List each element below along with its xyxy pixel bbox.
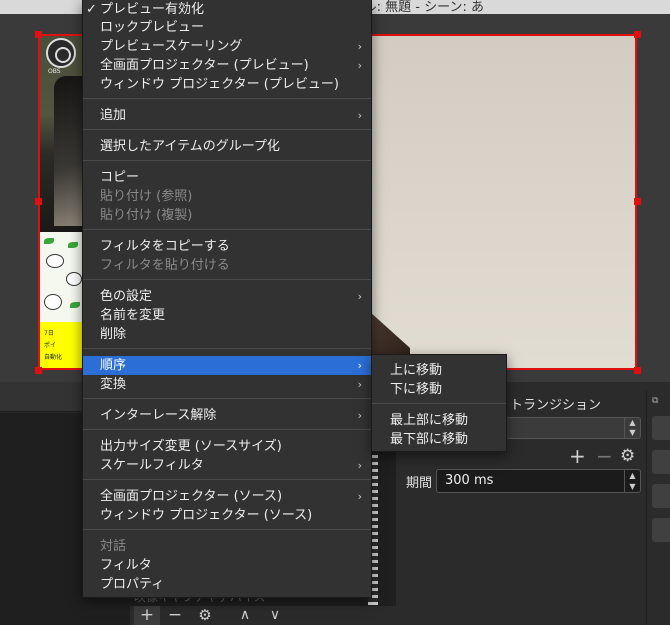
controls-button[interactable]: [652, 518, 670, 542]
duration-field[interactable]: 300 ms ▲ ▼: [436, 469, 641, 493]
menu-item-window-projector-source[interactable]: ウィンドウ プロジェクター (ソース): [83, 506, 371, 525]
menu-item-enable-preview[interactable]: ✓ プレビュー有効化: [83, 0, 371, 19]
menu-item-move-to-bottom[interactable]: 最下部に移動: [372, 430, 506, 449]
menu-separator: [83, 229, 371, 230]
menu-item-rename[interactable]: 名前を変更: [83, 306, 371, 325]
character-icon: [66, 272, 82, 286]
menu-item-resize-output[interactable]: 出力サイズ変更 (ソースサイズ): [83, 437, 371, 456]
chevron-right-icon: ›: [357, 359, 362, 372]
scene-image-shadow: [54, 76, 82, 226]
resize-handle-bottom-right[interactable]: [634, 367, 641, 374]
menu-item-scale-filter[interactable]: スケールフィルタ ›: [83, 456, 371, 475]
menu-separator: [372, 403, 506, 404]
transition-settings-gear-icon[interactable]: ⚙: [620, 446, 635, 466]
menu-item-copy-filters[interactable]: フィルタをコピーする: [83, 237, 371, 256]
menu-separator: [83, 398, 371, 399]
leaf-icon: [68, 242, 78, 248]
menu-separator: [83, 98, 371, 99]
window-title: ル: 無題 - シーン: あ: [363, 0, 484, 14]
character-icon: [44, 294, 62, 310]
menu-item-move-up[interactable]: 上に移動: [372, 361, 506, 380]
checkmark-icon: ✓: [86, 2, 97, 17]
banner-text-2: ポイ: [44, 342, 57, 349]
menu-item-fullscreen-projector-preview[interactable]: 全画面プロジェクター (プレビュー) ›: [83, 56, 371, 75]
move-source-up-button[interactable]: ∧: [232, 606, 258, 625]
leaf-icon: [44, 238, 54, 244]
obs-logo-icon: [46, 38, 76, 68]
menu-separator: [83, 529, 371, 530]
duration-label: 期間: [406, 476, 433, 491]
resize-handle-left[interactable]: [35, 198, 42, 205]
menu-item-properties[interactable]: プロパティ: [83, 575, 371, 594]
menu-separator: [83, 348, 371, 349]
chevron-right-icon: ›: [357, 290, 362, 303]
menu-item-interact[interactable]: 対話: [83, 537, 371, 556]
transition-select[interactable]: ▲ ▼: [505, 417, 641, 439]
menu-separator: [83, 479, 371, 480]
resize-handle-top-left[interactable]: [35, 31, 42, 38]
menu-item-add[interactable]: 追加 ›: [83, 106, 371, 125]
menu-item-fullscreen-projector-source[interactable]: 全画面プロジェクター (ソース) ›: [83, 487, 371, 506]
menu-item-paste-filters[interactable]: フィルタを貼り付ける: [83, 256, 371, 275]
source-settings-gear-icon[interactable]: ⚙: [192, 606, 218, 625]
menu-separator: [83, 129, 371, 130]
remove-source-button[interactable]: −: [162, 606, 188, 625]
menu-item-lock-preview[interactable]: ロックプレビュー: [83, 18, 371, 37]
menu-item-order[interactable]: 順序 ›: [83, 356, 371, 375]
menu-separator: [83, 279, 371, 280]
preview-context-menu: ✓ プレビュー有効化 ロックプレビュー プレビュースケーリング › 全画面プロジェク…: [82, 0, 372, 598]
menu-item-delete[interactable]: 削除: [83, 325, 371, 344]
sticker-image: [40, 232, 88, 322]
resize-handle-top-right[interactable]: [634, 31, 641, 38]
controls-button[interactable]: [652, 450, 670, 474]
menu-item-window-projector-preview[interactable]: ウィンドウ プロジェクター (プレビュー): [83, 75, 371, 94]
scene-image-left: OBS: [40, 36, 88, 232]
remove-transition-button[interactable]: −: [596, 444, 613, 468]
chevron-right-icon: ›: [357, 459, 362, 472]
banner-image: 7日 ポイ 自動化: [40, 322, 88, 368]
duration-value: 300 ms: [445, 473, 494, 488]
controls-button[interactable]: [652, 416, 670, 440]
duration-spinner[interactable]: ▲ ▼: [624, 470, 640, 492]
menu-item-paste-reference[interactable]: 貼り付け (参照): [83, 187, 371, 206]
chevron-right-icon: ›: [357, 490, 362, 503]
chevron-right-icon: ›: [357, 40, 362, 53]
menu-item-move-down[interactable]: 下に移動: [372, 380, 506, 399]
menu-item-transform[interactable]: 変換 ›: [83, 375, 371, 394]
banner-text-1: 7日: [44, 330, 54, 337]
add-source-button[interactable]: +: [134, 606, 160, 625]
menu-item-copy[interactable]: コピー: [83, 168, 371, 187]
chevron-right-icon: ›: [357, 59, 362, 72]
menu-item-paste-duplicate[interactable]: 貼り付け (複製): [83, 206, 371, 225]
scene-image-wall: [370, 36, 635, 368]
menu-item-deinterlacing[interactable]: インターレース解除 ›: [83, 406, 371, 425]
transitions-dock-title: トランジション: [510, 398, 602, 413]
resize-handle-bottom-left[interactable]: [35, 367, 42, 374]
menu-separator: [83, 429, 371, 430]
character-icon: [46, 254, 64, 268]
menu-item-preview-scaling[interactable]: プレビュースケーリング ›: [83, 37, 371, 56]
obs-logo-label: OBS: [48, 68, 61, 75]
menu-item-move-to-top[interactable]: 最上部に移動: [372, 411, 506, 430]
menu-item-set-color[interactable]: 色の設定 ›: [83, 287, 371, 306]
order-submenu: 上に移動 下に移動 最上部に移動 最下部に移動: [371, 354, 507, 452]
leaf-icon: [70, 302, 80, 308]
move-source-down-button[interactable]: ∨: [262, 606, 288, 625]
chevron-right-icon: ›: [357, 378, 362, 391]
dock-float-icon[interactable]: ⧉: [652, 396, 658, 406]
menu-item-group-selected[interactable]: 選択したアイテムのグループ化: [83, 137, 371, 156]
add-transition-button[interactable]: +: [569, 444, 586, 468]
controls-button[interactable]: [652, 484, 670, 508]
banner-text-3: 自動化: [44, 354, 63, 361]
chevron-right-icon: ›: [357, 109, 362, 122]
chevron-right-icon: ›: [357, 409, 362, 422]
resize-handle-right[interactable]: [634, 198, 641, 205]
menu-item-filters[interactable]: フィルタ: [83, 556, 371, 575]
menu-separator: [83, 160, 371, 161]
transition-select-arrows: ▲ ▼: [624, 418, 640, 438]
